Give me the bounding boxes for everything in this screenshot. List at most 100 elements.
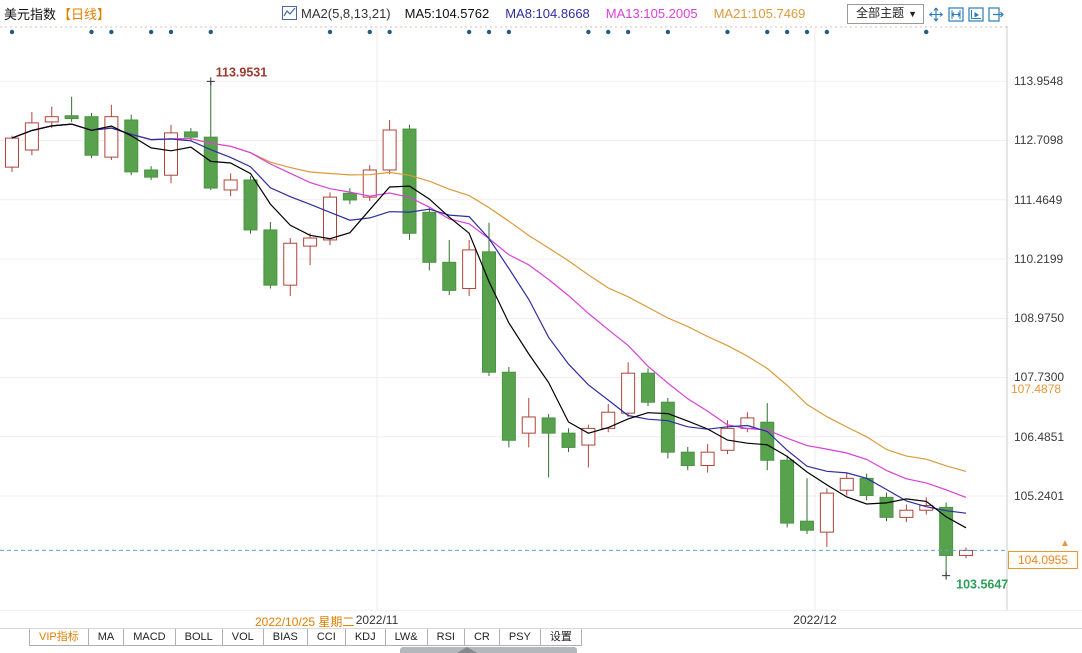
candle[interactable]	[781, 456, 794, 528]
indicator-tab-cr[interactable]: CR	[464, 629, 500, 646]
candle-body	[443, 262, 456, 290]
event-marker-dot[interactable]	[586, 30, 590, 34]
candle[interactable]	[840, 473, 853, 496]
event-marker-dot[interactable]	[149, 30, 153, 34]
event-marker-dot[interactable]	[606, 30, 610, 34]
candle[interactable]	[820, 488, 833, 547]
candle[interactable]	[125, 115, 138, 175]
candle[interactable]	[880, 493, 893, 522]
event-marker-dot[interactable]	[507, 30, 511, 34]
event-marker-dot[interactable]	[725, 30, 729, 34]
candle[interactable]	[65, 97, 78, 122]
last-price-tag: 104.0955	[1008, 551, 1078, 569]
candle-body	[642, 373, 655, 402]
event-marker-dot[interactable]	[209, 30, 213, 34]
candle[interactable]	[204, 81, 217, 190]
fit-width-icon[interactable]	[948, 7, 964, 22]
indicator-tab-vol[interactable]: VOL	[222, 629, 264, 646]
candle[interactable]	[960, 547, 973, 558]
candle[interactable]	[105, 105, 118, 160]
candle[interactable]	[681, 447, 694, 470]
fit-play-icon[interactable]	[968, 7, 984, 22]
candle[interactable]	[522, 398, 535, 447]
candle-body	[304, 238, 317, 246]
indicator-tab-vip[interactable]: VIP指标	[29, 629, 89, 646]
candle[interactable]	[443, 240, 456, 295]
crosshair-move-icon[interactable]	[928, 7, 944, 22]
event-marker-dot[interactable]	[487, 30, 491, 34]
month-tick-label: 2022/12	[793, 613, 836, 627]
theme-select-button[interactable]: 全部主题▼	[847, 4, 924, 24]
candle[interactable]	[761, 403, 774, 470]
horizontal-scrollbar[interactable]	[0, 647, 1082, 653]
candle[interactable]	[502, 367, 515, 447]
ma-settings-label[interactable]: MA2(5,8,13,21)	[301, 6, 391, 21]
event-marker-dot[interactable]	[626, 30, 630, 34]
event-marker-dot[interactable]	[10, 30, 14, 34]
candle[interactable]	[25, 112, 38, 155]
chart-canvas[interactable]: 113.9531103.5647	[0, 0, 1082, 612]
event-marker-dot[interactable]	[825, 30, 829, 34]
event-marker-dot[interactable]	[328, 30, 332, 34]
price-axis-label: 111.4649	[1014, 193, 1062, 207]
candle[interactable]	[423, 208, 436, 270]
theme-select-label: 全部主题	[856, 6, 904, 20]
scrollbar-thumb[interactable]	[400, 647, 577, 653]
candle-body	[324, 197, 337, 240]
candle[interactable]	[6, 136, 19, 172]
candle[interactable]	[244, 176, 257, 234]
candle[interactable]	[145, 166, 158, 180]
candle[interactable]	[224, 173, 237, 196]
price-axis-label: 113.9548	[1014, 74, 1063, 88]
candle-body	[65, 116, 78, 119]
indicator-tab-cci[interactable]: CCI	[307, 629, 346, 646]
period-label[interactable]: 【日线】	[58, 4, 110, 23]
event-marker-dot[interactable]	[109, 30, 113, 34]
chart-type-icon[interactable]	[282, 6, 297, 20]
indicator-tab-boll[interactable]: BOLL	[175, 629, 223, 646]
event-marker-dot[interactable]	[387, 30, 391, 34]
candle[interactable]	[403, 125, 416, 240]
candle[interactable]	[542, 414, 555, 477]
event-marker-dot[interactable]	[467, 30, 471, 34]
indicator-tab-lw[interactable]: LW&	[385, 629, 428, 646]
candle[interactable]	[661, 398, 674, 458]
indicator-tab-ma[interactable]: MA	[88, 629, 125, 646]
candle[interactable]	[801, 478, 814, 534]
candle[interactable]	[165, 125, 178, 184]
high-price-label: 113.9531	[216, 65, 267, 79]
candle[interactable]	[642, 368, 655, 406]
event-marker-dot[interactable]	[785, 30, 789, 34]
scrollbar-grip-icon[interactable]	[457, 647, 477, 653]
candle[interactable]	[85, 113, 98, 158]
candle-body	[701, 452, 714, 465]
indicator-tab-psy[interactable]: PSY	[499, 629, 541, 646]
candle[interactable]	[304, 233, 317, 265]
indicator-tab-kdj[interactable]: KDJ	[345, 629, 386, 646]
indicator-tab-bias[interactable]: BIAS	[263, 629, 308, 646]
candle[interactable]	[284, 238, 297, 296]
indicator-tab-macd[interactable]: MACD	[123, 629, 175, 646]
candle[interactable]	[343, 188, 356, 204]
indicator-tab-[interactable]: 设置	[540, 629, 582, 646]
event-marker-dot[interactable]	[805, 30, 809, 34]
candle[interactable]	[463, 240, 476, 296]
candle[interactable]	[562, 428, 575, 452]
indicator-tab-rsi[interactable]: RSI	[427, 629, 465, 646]
event-marker-dot[interactable]	[169, 30, 173, 34]
candle[interactable]	[264, 222, 277, 289]
event-marker-dot[interactable]	[89, 30, 93, 34]
candle[interactable]	[701, 444, 714, 473]
candle[interactable]	[383, 120, 396, 174]
candle-body	[6, 138, 19, 167]
extreme-cross-icon	[207, 77, 215, 85]
event-marker-dot[interactable]	[765, 30, 769, 34]
candle-body	[403, 129, 416, 233]
candle[interactable]	[900, 505, 913, 523]
candle[interactable]	[622, 362, 635, 417]
event-marker-dot[interactable]	[924, 30, 928, 34]
shift-right-icon[interactable]	[988, 7, 1004, 22]
event-marker-dot[interactable]	[368, 30, 372, 34]
candle-body	[204, 137, 217, 188]
event-marker-dot[interactable]	[666, 30, 670, 34]
